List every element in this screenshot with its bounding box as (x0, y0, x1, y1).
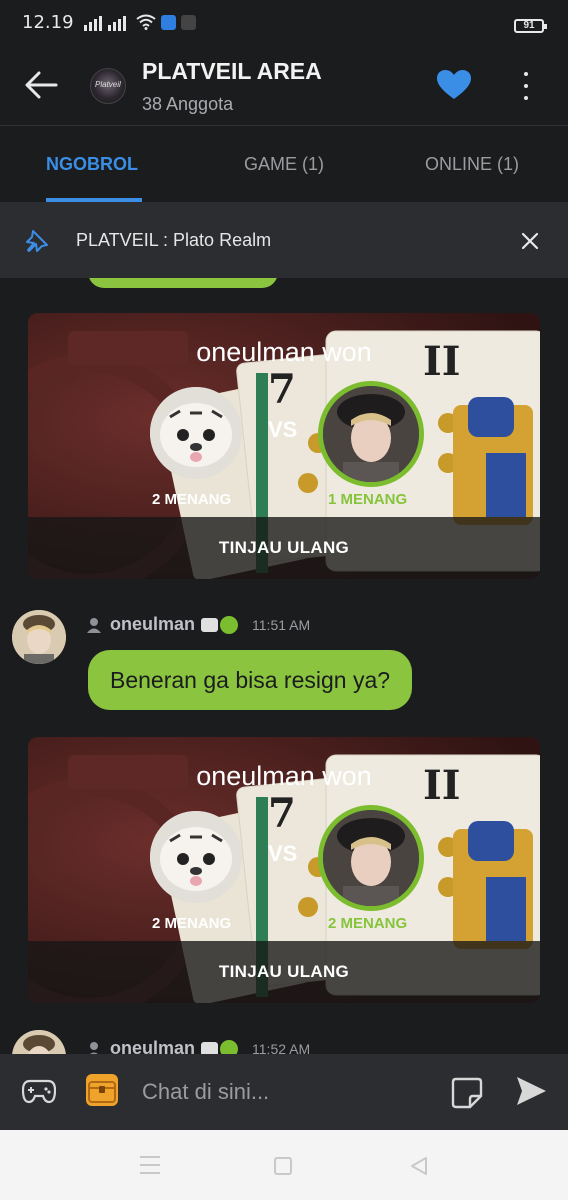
pinned-announcement[interactable]: PLATVEIL : Plato Realm (0, 202, 568, 278)
send-icon[interactable] (514, 1074, 548, 1108)
member-icon (87, 617, 101, 633)
group-avatar[interactable]: Platveil (90, 68, 126, 104)
player1-avatar (150, 811, 242, 903)
chat-header: Platveil PLATVEIL AREA 38 Anggota (0, 44, 568, 126)
player2-avatar (318, 805, 424, 911)
message-input-bar (0, 1054, 568, 1130)
versus-label: VS (268, 417, 298, 442)
group-title[interactable]: PLATVEIL AREA (142, 58, 322, 85)
tab-online[interactable]: ONLINE (1) (425, 154, 519, 175)
message-meta: oneulman 11:52 AM (86, 1038, 310, 1054)
recent-apps-icon[interactable] (140, 1156, 160, 1174)
message-bubble[interactable]: Beneran ga bisa resign ya? (88, 650, 413, 710)
tiktok-icon (180, 14, 196, 30)
group-avatar-text: Platveil (95, 80, 121, 89)
nav-back-icon[interactable] (408, 1155, 430, 1177)
status-time: 12.19 (22, 11, 74, 33)
message-username[interactable]: oneulman (110, 1038, 195, 1054)
message-time: 11:51 AM (252, 616, 311, 633)
cat-badge-icon (201, 617, 219, 632)
review-button[interactable]: TINJAU ULANG (28, 517, 540, 579)
status-bar: 12.19 91 (0, 0, 568, 44)
user-avatar[interactable] (12, 1030, 66, 1054)
game-result-card[interactable]: 7 II oneulman won VS 2 MENANG 2 MENANG T… (28, 737, 540, 1003)
app-notification-icon (160, 14, 176, 30)
sticker-icon[interactable] (450, 1076, 484, 1110)
level-badge-icon (220, 1039, 239, 1054)
pinned-text: PLATVEIL : Plato Realm (76, 230, 272, 250)
svg-text:7: 7 (268, 366, 296, 413)
close-icon[interactable] (520, 231, 540, 251)
more-options-icon[interactable] (520, 72, 532, 100)
chat-input[interactable] (142, 1076, 422, 1108)
heart-icon[interactable] (437, 70, 471, 100)
battery-icon: 91 (514, 19, 547, 33)
tab-bar: NGOBROL GAME (1) ONLINE (1) (0, 126, 568, 202)
player1-avatar (150, 387, 242, 479)
back-arrow-icon[interactable] (24, 70, 58, 100)
cat-badge-icon (201, 1041, 219, 1054)
tab-game[interactable]: GAME (1) (244, 154, 324, 175)
game-result-card[interactable]: 7 II oneulman won VS 2 MENANG 1 MENANG T… (28, 313, 540, 579)
member-icon (89, 1041, 99, 1054)
svg-text:7: 7 (268, 790, 296, 837)
review-button[interactable]: TINJAU ULANG (28, 941, 540, 1003)
message-meta: oneulman 11:51 AM (86, 614, 310, 635)
signal-icon-2 (107, 13, 126, 31)
tab-ngobrol[interactable]: NGOBROL (46, 154, 138, 175)
player2-avatar (318, 381, 424, 487)
player2-wins: 1 MENANG (328, 491, 408, 508)
player2-wins: 2 MENANG (328, 915, 408, 932)
previous-message-bubble (88, 278, 278, 288)
wifi-icon (135, 14, 156, 30)
system-nav-bar (0, 1130, 568, 1200)
message-time: 11:52 AM (252, 1040, 311, 1055)
player1-wins: 2 MENANG (152, 915, 232, 932)
member-count: 38 Anggota (142, 94, 234, 114)
user-avatar[interactable] (12, 610, 66, 664)
message-username[interactable]: oneulman (110, 614, 195, 635)
chat-messages[interactable]: 7 II oneulman won VS 2 MENANG 1 MENANG T… (0, 278, 568, 1054)
winner-text: oneulman won (196, 761, 372, 791)
player1-wins: 2 MENANG (152, 491, 232, 508)
home-icon[interactable] (274, 1157, 292, 1175)
winner-text: oneulman won (196, 337, 372, 367)
versus-label: VS (268, 841, 298, 866)
gamepad-icon[interactable] (22, 1078, 56, 1104)
signal-icon (83, 13, 102, 31)
pin-icon (26, 230, 48, 252)
treasure-chest-icon[interactable] (86, 1074, 118, 1106)
level-badge-icon (220, 615, 239, 634)
